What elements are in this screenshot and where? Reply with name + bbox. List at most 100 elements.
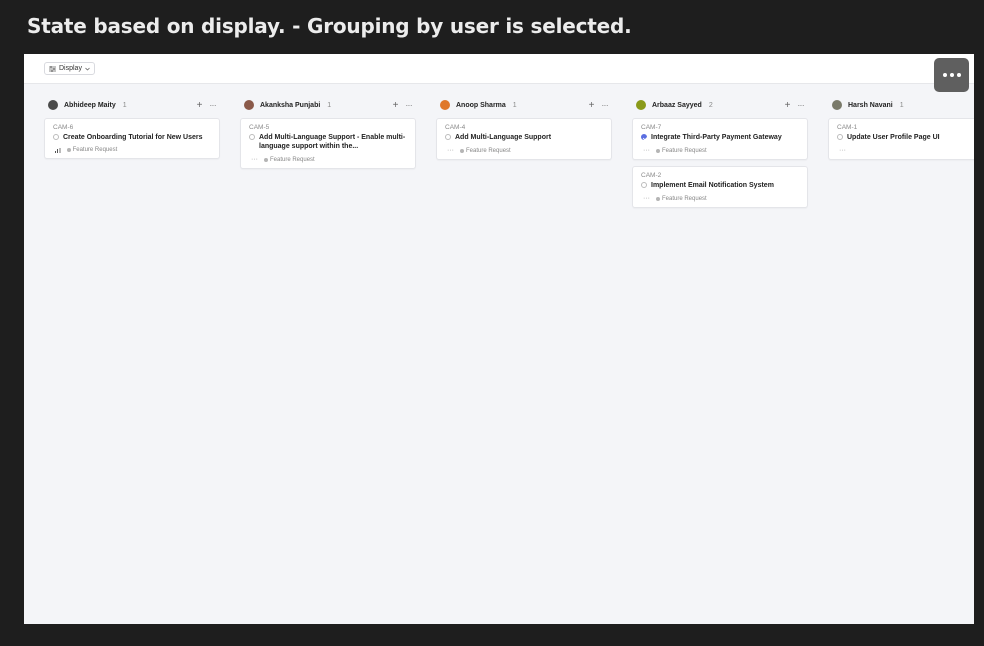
column-count: 1 bbox=[327, 101, 332, 109]
issue-title-row: Add Multi-Language Support - Enable mult… bbox=[249, 133, 407, 151]
column-more-icon[interactable]: ··· bbox=[798, 101, 805, 110]
column-more-icon[interactable]: ··· bbox=[602, 101, 609, 110]
column-actions: + ··· bbox=[393, 98, 413, 112]
issue-title-row: Integrate Third-Party Payment Gateway bbox=[641, 133, 799, 142]
column-actions: + ··· bbox=[589, 98, 609, 112]
avatar bbox=[244, 100, 254, 110]
column-header: Abhideep Maity 1 + ··· bbox=[44, 98, 220, 112]
label-dot-icon bbox=[66, 148, 71, 152]
display-button[interactable]: Display bbox=[44, 62, 95, 75]
issue-title-row: Add Multi-Language Support bbox=[445, 133, 603, 142]
label-tag[interactable]: Feature Request bbox=[656, 196, 707, 202]
column-header: Arbaaz Sayyed 2 + ··· bbox=[632, 98, 808, 112]
priority-medium-icon[interactable] bbox=[55, 147, 61, 153]
issue-title: Add Multi-Language Support bbox=[455, 134, 552, 141]
issue-title-row: Update User Profile Page UI bbox=[837, 133, 974, 142]
label-tag[interactable]: Feature Request bbox=[656, 148, 707, 154]
column-title: Anoop Sharma bbox=[456, 101, 506, 109]
more-options-button[interactable] bbox=[934, 58, 969, 92]
status-todo-icon[interactable] bbox=[53, 134, 59, 140]
issue-card[interactable]: CAM-1 Update User Profile Page UI ··· bbox=[828, 118, 974, 160]
column-count: 1 bbox=[122, 101, 127, 109]
issue-card[interactable]: CAM-7 Integrate Third-Party Payment Gatew… bbox=[632, 118, 808, 160]
issue-title-row: Implement Email Notification System bbox=[641, 181, 799, 190]
chevron-down-icon bbox=[85, 67, 90, 70]
add-issue-icon[interactable]: + bbox=[785, 100, 791, 111]
column-more-icon[interactable]: ··· bbox=[406, 101, 413, 110]
no-priority-icon[interactable]: ··· bbox=[839, 147, 846, 154]
no-priority-icon[interactable]: ··· bbox=[643, 147, 650, 154]
issue-id: CAM-7 bbox=[641, 124, 662, 131]
issue-card[interactable]: CAM-5 Add Multi-Language Support - Enable… bbox=[240, 118, 416, 169]
issue-card[interactable]: CAM-6 Create Onboarding Tutorial for New … bbox=[44, 118, 220, 159]
more-dot-icon bbox=[942, 73, 947, 77]
column-count: 2 bbox=[708, 101, 713, 109]
issue-meta: ··· Feature Request bbox=[641, 147, 799, 154]
board-column: Abhideep Maity 1 + ··· CAM-6 Create Onboardin… bbox=[44, 98, 220, 159]
issue-id: CAM-5 bbox=[249, 124, 270, 131]
issue-title: Create Onboarding Tutorial for New Users bbox=[63, 134, 203, 141]
issue-id: CAM-2 bbox=[641, 172, 662, 179]
board-column: Anoop Sharma 1 + ··· CAM-4 Add Multi-Language… bbox=[436, 98, 612, 160]
board-column: Arbaaz Sayyed 2 + ··· CAM-7 Integrate Third-P… bbox=[632, 98, 808, 208]
add-issue-icon[interactable]: + bbox=[393, 100, 399, 111]
label-text: Feature Request bbox=[270, 156, 315, 163]
issue-title: Add Multi-Language Support - Enable mult… bbox=[259, 134, 406, 150]
avatar bbox=[636, 100, 646, 110]
board-column: Akanksha Punjabi 1 + ··· CAM-5 Add Multi-Lang… bbox=[240, 98, 416, 169]
column-more-icon[interactable]: ··· bbox=[210, 101, 217, 110]
board-column: Harsh Navani 1 CAM-1 Update User Profile Pa… bbox=[828, 98, 974, 160]
column-header: Anoop Sharma 1 + ··· bbox=[436, 98, 612, 112]
issue-card[interactable]: CAM-2 Implement Email Notification System… bbox=[632, 166, 808, 208]
add-issue-icon[interactable]: + bbox=[589, 100, 595, 111]
issue-title-row: Create Onboarding Tutorial for New Users bbox=[53, 133, 211, 142]
column-count: 1 bbox=[512, 101, 517, 109]
add-issue-icon[interactable]: + bbox=[197, 100, 203, 111]
label-dot-icon bbox=[264, 157, 268, 162]
issue-id: CAM-6 bbox=[53, 124, 74, 131]
label-text: Feature Request bbox=[662, 147, 707, 154]
column-header: Akanksha Punjabi 1 + ··· bbox=[240, 98, 416, 112]
issue-id: CAM-1 bbox=[837, 124, 858, 131]
column-count: 1 bbox=[899, 101, 904, 109]
display-button-label: Display bbox=[59, 65, 82, 72]
label-tag[interactable]: Feature Request bbox=[66, 147, 118, 153]
issue-title: Update User Profile Page UI bbox=[847, 134, 940, 141]
column-actions: + ··· bbox=[785, 98, 805, 112]
status-todo-icon[interactable] bbox=[445, 134, 451, 140]
issue-meta: Feature Request bbox=[53, 147, 211, 153]
issue-meta: ··· bbox=[837, 147, 974, 154]
more-dot-icon bbox=[949, 73, 954, 77]
status-done-icon[interactable] bbox=[641, 134, 647, 140]
column-actions: + ··· bbox=[197, 98, 217, 112]
label-dot-icon bbox=[460, 148, 464, 153]
no-priority-icon[interactable]: ··· bbox=[251, 156, 258, 163]
column-title: Akanksha Punjabi bbox=[260, 101, 321, 109]
column-title: Abhideep Maity bbox=[64, 101, 116, 109]
label-dot-icon bbox=[656, 148, 660, 153]
label-text: Feature Request bbox=[72, 147, 118, 153]
more-dot-icon bbox=[956, 73, 961, 77]
status-todo-icon[interactable] bbox=[641, 182, 647, 188]
issue-id: CAM-4 bbox=[445, 124, 466, 131]
status-todo-icon[interactable] bbox=[249, 134, 255, 140]
board-frame: Display Abhideep Maity 1 + ··· CAM-6 Create O… bbox=[24, 54, 974, 624]
label-dot-icon bbox=[656, 196, 660, 201]
avatar bbox=[832, 100, 842, 110]
issue-title: Integrate Third-Party Payment Gateway bbox=[651, 134, 782, 141]
issue-meta: ··· Feature Request bbox=[445, 147, 603, 154]
sliders-icon bbox=[49, 65, 56, 72]
column-title: Harsh Navani bbox=[848, 101, 893, 109]
issue-meta: ··· Feature Request bbox=[641, 195, 799, 202]
label-tag[interactable]: Feature Request bbox=[264, 157, 315, 163]
column-header: Harsh Navani 1 bbox=[828, 98, 974, 112]
screenshot-caption: State based on display. - Grouping by us… bbox=[27, 14, 632, 38]
status-todo-icon[interactable] bbox=[837, 134, 843, 140]
no-priority-icon[interactable]: ··· bbox=[643, 195, 650, 202]
label-text: Feature Request bbox=[466, 147, 511, 154]
issue-card[interactable]: CAM-4 Add Multi-Language Support ··· Featur… bbox=[436, 118, 612, 160]
column-title: Arbaaz Sayyed bbox=[652, 101, 702, 109]
no-priority-icon[interactable]: ··· bbox=[447, 147, 454, 154]
avatar bbox=[440, 100, 450, 110]
label-tag[interactable]: Feature Request bbox=[460, 148, 511, 154]
